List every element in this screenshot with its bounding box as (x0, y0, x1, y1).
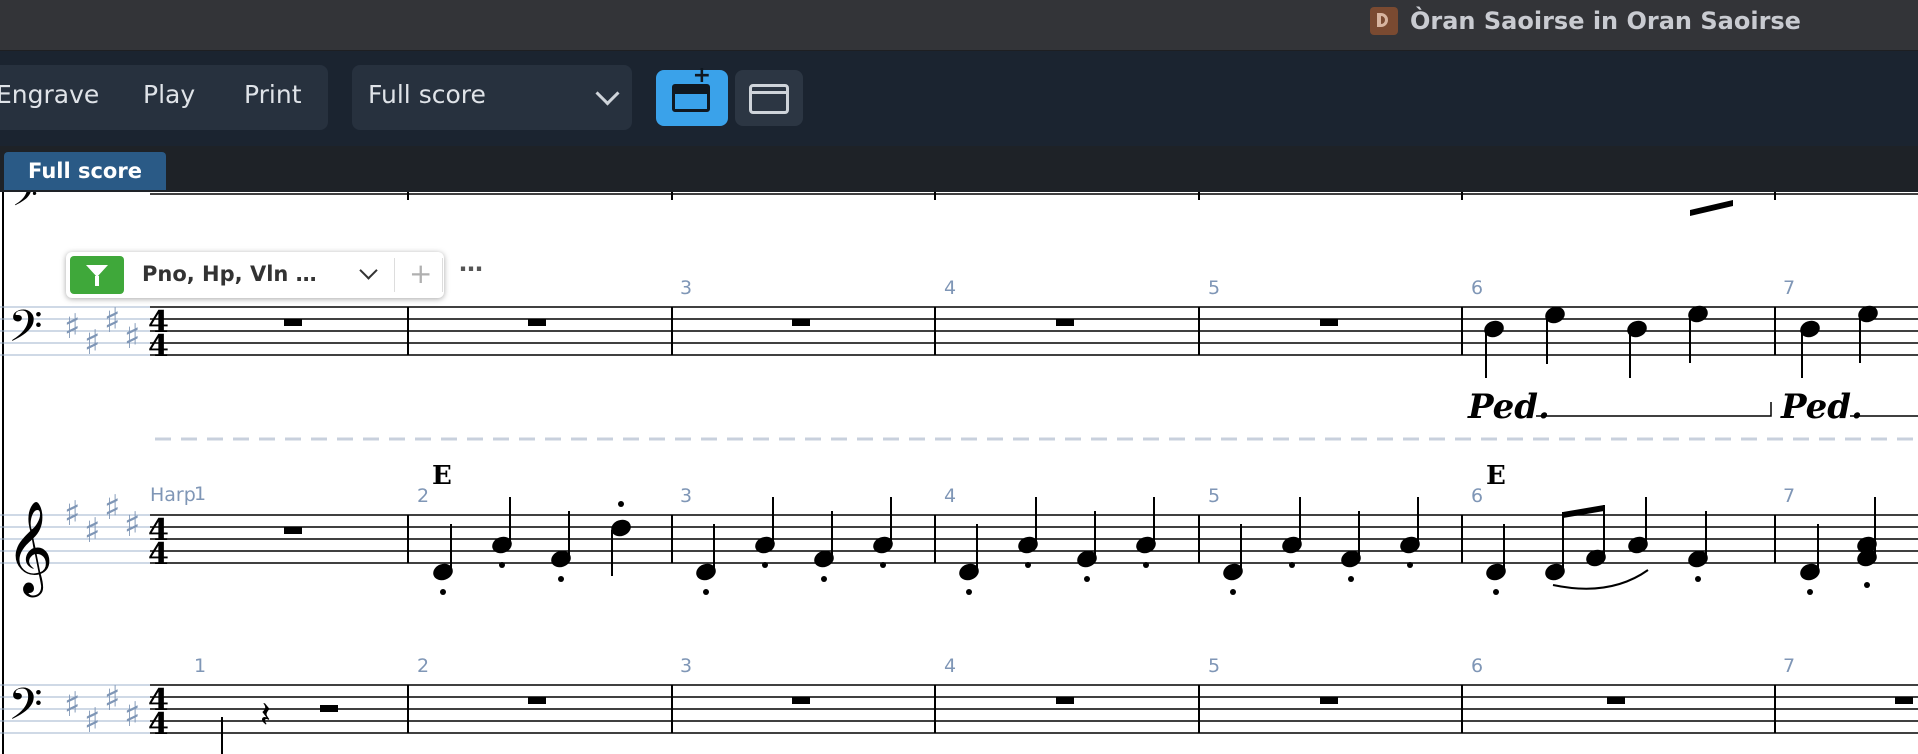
bass-clef-icon: 𝄢 (8, 300, 43, 363)
piano-lh-staff: 𝄢 ♯ ♯ ♯ ♯ 44 3 4 5 6 7 Ped. Ped. (0, 277, 1918, 427)
bar-number: 4 (944, 485, 956, 507)
rehearsal-mark: E (432, 461, 452, 491)
bar-number: 6 (1471, 485, 1483, 507)
staff-filter-popover: Pno, Hp, Vln … + ⋯ (66, 252, 483, 298)
svg-text:♯: ♯ (64, 494, 80, 534)
svg-text:♯: ♯ (104, 679, 120, 719)
divider (394, 258, 395, 292)
bar-number: 2 (417, 485, 429, 507)
svg-text:♯: ♯ (84, 511, 100, 551)
layout-select[interactable]: Full score (352, 65, 632, 130)
mode-tabs: Engrave Play Print (0, 65, 328, 130)
filter-instruments-label[interactable]: Pno, Hp, Vln … (142, 262, 317, 286)
bar-number: 1 (194, 655, 206, 677)
toolbar: Engrave Play Print Full score (0, 51, 1918, 146)
new-tab-button[interactable] (656, 65, 728, 126)
funnel-icon (86, 265, 108, 286)
bass-clef-partial: 𝄢 (12, 192, 38, 222)
bar-number: 4 (944, 277, 956, 299)
bar-number: 3 (680, 655, 692, 677)
plus-icon[interactable]: + (409, 257, 432, 290)
filter-button[interactable] (70, 256, 124, 294)
rehearsal-mark: E (1486, 461, 1506, 491)
svg-text:♯: ♯ (124, 505, 140, 545)
time-signature: 44 (148, 513, 169, 572)
bar-number: 5 (1208, 277, 1220, 299)
quarter-rest: 𝄽 (260, 695, 271, 736)
svg-text:4: 4 (148, 537, 169, 572)
bar-number: 5 (1208, 485, 1220, 507)
bar-number: 5 (1208, 655, 1220, 677)
instrument-label: Harp (150, 484, 196, 506)
svg-text:♯: ♯ (124, 317, 140, 357)
key-signature-sharps: ♯ ♯ ♯ ♯ (64, 679, 140, 741)
treble-clef-icon: 𝄞 (6, 500, 53, 597)
key-signature-sharps: ♯ ♯ ♯ ♯ (64, 301, 140, 363)
dorico-logo-icon (1370, 7, 1398, 35)
svg-text:♯: ♯ (64, 685, 80, 725)
bar-number: 3 (680, 277, 692, 299)
key-signature-sharps: ♯ ♯ ♯ ♯ (64, 488, 140, 551)
tab-full-score[interactable]: Full score (4, 152, 166, 190)
harp-lh-staff: 𝄢 ♯ ♯ ♯ ♯ 44 𝄽 1 2 3 4 5 6 7 (0, 655, 1918, 754)
bar-number: 1 (194, 483, 206, 505)
svg-text:4: 4 (148, 707, 169, 742)
svg-text:♯: ♯ (84, 701, 100, 741)
svg-text:♯: ♯ (104, 301, 120, 341)
svg-text:4: 4 (148, 329, 169, 364)
new-tab-icon (672, 65, 711, 112)
window-title: Òran Saoirse in Oran Saoirse (1410, 7, 1801, 35)
layout-select-value: Full score (368, 80, 486, 109)
bar-number: 7 (1783, 277, 1795, 299)
pedal-mark: Ped. (1467, 387, 1550, 427)
bar-number: 2 (417, 655, 429, 677)
svg-text:♯: ♯ (84, 323, 100, 363)
mode-tab-print[interactable]: Print (244, 80, 302, 109)
chevron-down-icon[interactable] (359, 261, 378, 280)
svg-text:♯: ♯ (64, 307, 80, 347)
bar-number: 4 (944, 655, 956, 677)
bar-number: 3 (680, 485, 692, 507)
divider (442, 258, 443, 292)
svg-text:♯: ♯ (104, 488, 120, 528)
time-signature: 44 (148, 683, 169, 742)
mode-tab-play[interactable]: Play (143, 80, 195, 109)
harp-rh-staff: 𝄞 ♯ ♯ ♯ ♯ 44 Harp E E 1 2 3 4 5 6 7 (0, 461, 1918, 597)
svg-text:♯: ♯ (124, 695, 140, 735)
pedal-mark: Ped. (1780, 387, 1863, 427)
time-signature: 44 (148, 305, 169, 364)
bar-number: 6 (1471, 277, 1483, 299)
title-bar: Òran Saoirse in Oran Saoirse (0, 0, 1918, 51)
tab-strip: Full score (0, 146, 1918, 192)
chevron-down-icon (595, 81, 620, 106)
bass-clef-icon: 𝄢 (8, 678, 43, 741)
bar-number: 7 (1783, 655, 1795, 677)
bar-number: 7 (1783, 485, 1795, 507)
window-icon (749, 84, 789, 114)
bar-number: 6 (1471, 655, 1483, 677)
mode-tab-engrave[interactable]: Engrave (0, 80, 99, 109)
more-icon[interactable]: ⋯ (459, 255, 484, 283)
new-window-button[interactable] (735, 70, 803, 126)
